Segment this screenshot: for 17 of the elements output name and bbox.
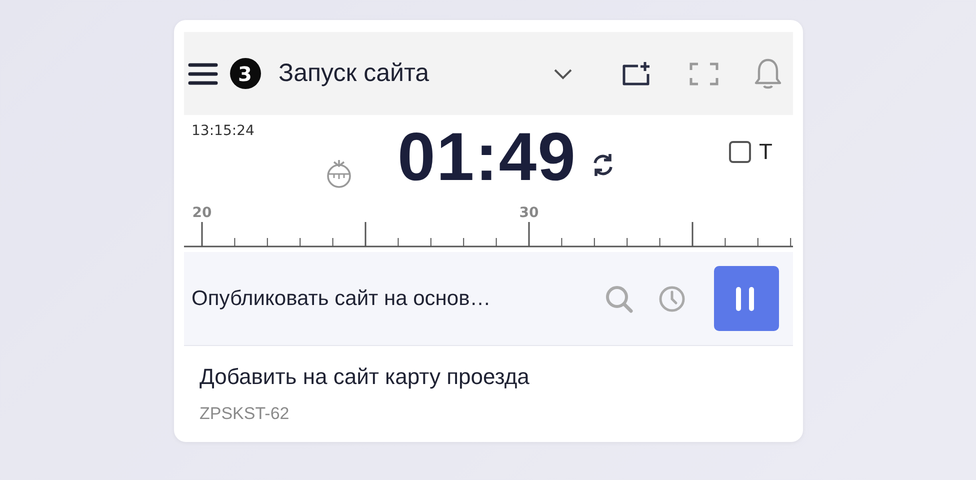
fullscreen-icon[interactable] <box>688 62 718 86</box>
elapsed-time: 01:49 <box>398 123 576 191</box>
pause-button[interactable] <box>714 266 778 331</box>
clock-time: 13:15:24 <box>192 123 254 139</box>
next-task-title: Добавить на сайт карту проезда <box>200 364 530 390</box>
checkbox-label: T <box>759 139 772 165</box>
project-title: Запуск сайта <box>278 59 430 88</box>
add-folder-icon[interactable] <box>620 60 650 86</box>
task-key: ZPSKST-62 <box>200 404 776 424</box>
chevron-down-icon[interactable] <box>552 68 572 80</box>
ruler-label: 20 <box>192 205 212 221</box>
count-badge: 3 <box>230 58 260 89</box>
menu-icon[interactable] <box>188 62 218 86</box>
checkbox[interactable] <box>729 141 752 163</box>
bell-icon[interactable] <box>752 58 782 90</box>
ruler-label: 30 <box>518 205 538 221</box>
current-task-title: Опубликовать сайт на основ… <box>192 286 492 310</box>
